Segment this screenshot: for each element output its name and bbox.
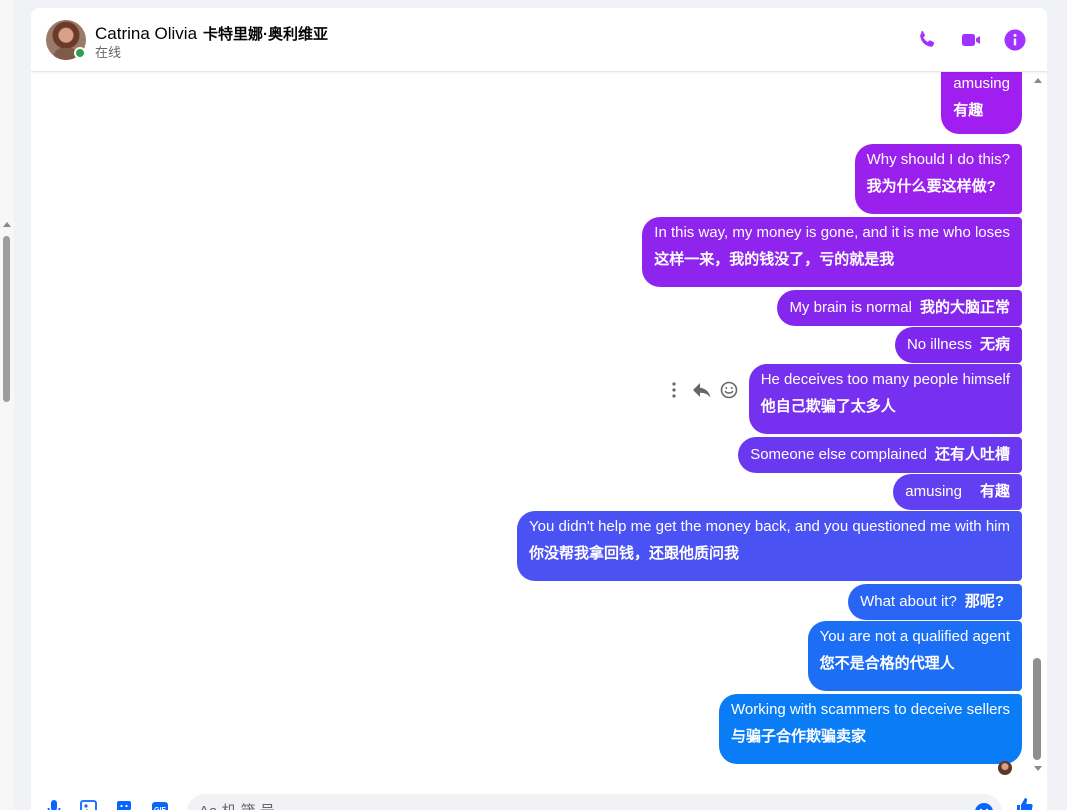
message-bubble[interactable]: He deceives too many people himself 他自己欺…	[748, 364, 1022, 434]
scrollbar-thumb[interactable]	[1033, 658, 1041, 760]
message-list: amusing 有趣 Why should I do this? 我为什么要这样…	[31, 64, 1047, 792]
message-bubble[interactable]: Why should I do this? 我为什么要这样做?	[854, 144, 1022, 214]
emoji-icon[interactable]	[974, 802, 994, 810]
message-text-en: amusing	[953, 75, 1010, 92]
message-text-cn: 无病	[979, 336, 1010, 353]
message-text-en: No illness	[906, 336, 972, 353]
message-bubble[interactable]: You are not a qualified agent 您不是合格的代理人	[807, 621, 1022, 691]
message-text-en: You didn't help me get the money back, a…	[529, 518, 1010, 535]
message-bubble[interactable]: amusing 有趣	[941, 64, 1022, 134]
contact-name-cn: 卡特里娜·奥利维亚	[203, 26, 329, 43]
message-text-cn: 有趣	[979, 483, 1010, 500]
thumbs-up-icon[interactable]	[1014, 796, 1034, 810]
message-text-cn: 与骗子合作欺骗卖家	[731, 728, 867, 745]
phone-icon[interactable]	[915, 28, 939, 52]
chat-header: Catrina Olivia 卡特里娜·奥利维亚 在线	[31, 8, 1047, 72]
message-text-en: You are not a qualified agent	[819, 628, 1010, 645]
gif-icon[interactable]: GIF	[150, 798, 170, 810]
message-bubble[interactable]: In this way, my money is gone, and it is…	[642, 217, 1022, 287]
info-icon[interactable]	[1003, 28, 1027, 52]
contact-status: 在线	[95, 45, 122, 60]
scrollbar-thumb[interactable]	[3, 236, 10, 402]
message-text-cn: 有趣	[953, 102, 984, 119]
chat-window: Catrina Olivia 卡特里娜·奥利维亚 在线 amusing 有趣 Wh…	[31, 8, 1047, 810]
message-text-cn: 这样一来，我的钱没了，亏的就是我	[654, 251, 895, 268]
video-camera-icon[interactable]	[959, 28, 983, 52]
message-text-cn: 还有人吐槽	[934, 446, 1010, 463]
message-text-en: Why should I do this?	[866, 151, 1010, 168]
message-text-en: He deceives too many people himself	[760, 371, 1010, 388]
message-list-scrollbar[interactable]	[1031, 74, 1045, 774]
online-status-dot	[74, 47, 86, 59]
message-text-en: Working with scammers to deceive sellers	[731, 701, 1010, 718]
message-bubble[interactable]: My brain is normal 我的大脑正常	[777, 290, 1022, 326]
message-text-cn: 你没帮我拿回钱，还跟他质问我	[529, 545, 740, 562]
message-bubble[interactable]: amusing 有趣	[893, 474, 1022, 510]
scroll-down-arrow-icon[interactable]	[1034, 766, 1042, 771]
microphone-icon[interactable]	[44, 798, 64, 810]
message-bubble[interactable]: No illness 无病	[894, 327, 1022, 363]
message-bubble[interactable]: Someone else complained 还有人吐槽	[738, 437, 1022, 473]
message-text-cn: 我的大脑正常	[919, 299, 1010, 316]
message-text-en: In this way, my money is gone, and it is…	[654, 224, 1010, 241]
scroll-up-arrow-icon[interactable]	[3, 222, 11, 227]
contact-name-en: Catrina Olivia	[95, 24, 198, 43]
message-composer: GIF Aa 机 箴 号	[31, 788, 1047, 810]
message-hover-actions	[667, 380, 747, 400]
message-text-cn: 那呢?	[964, 593, 1004, 610]
sticker-icon[interactable]	[114, 798, 134, 810]
message-text-en: My brain is normal	[789, 299, 912, 316]
react-smiley-icon[interactable]	[719, 380, 739, 400]
contact-name[interactable]: Catrina Olivia 卡特里娜·奥利维亚	[95, 23, 328, 44]
message-text-cn: 他自己欺骗了太多人	[760, 398, 896, 415]
message-text-cn: 您不是合格的代理人	[819, 655, 955, 672]
page-scrollbar[interactable]	[0, 0, 14, 810]
photo-gallery-icon[interactable]	[78, 798, 98, 810]
message-bubble[interactable]: You didn't help me get the money back, a…	[517, 511, 1022, 581]
message-bubble[interactable]: What about it? 那呢?	[848, 584, 1022, 620]
scroll-up-arrow-icon[interactable]	[1034, 78, 1042, 83]
message-bubble[interactable]: Working with scammers to deceive sellers…	[719, 694, 1022, 764]
reply-icon[interactable]	[691, 380, 713, 400]
seen-receipt-avatar	[998, 761, 1012, 775]
message-text-en: amusing	[905, 483, 962, 500]
more-options-icon[interactable]	[667, 380, 681, 400]
message-input-placeholder: Aa 机 箴 号	[199, 800, 275, 810]
message-input[interactable]	[187, 794, 1002, 810]
message-text-en: What about it?	[860, 593, 957, 610]
message-text-cn: 我为什么要这样做?	[866, 178, 996, 195]
message-text-en: Someone else complained	[750, 446, 927, 463]
